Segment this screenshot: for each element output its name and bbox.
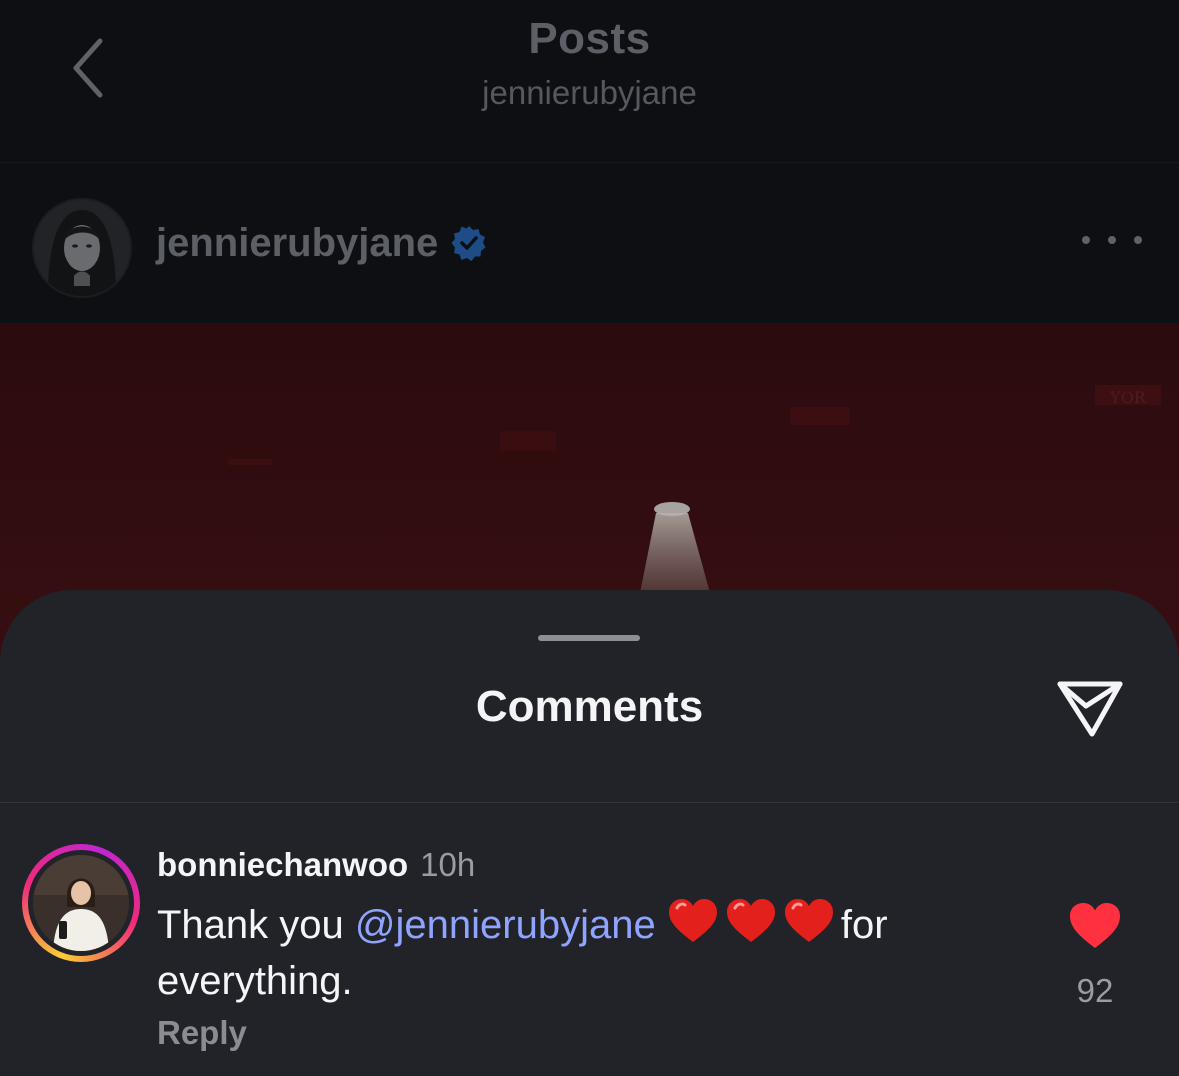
- heart-icon: [1070, 903, 1120, 948]
- sheet-drag-handle[interactable]: [538, 635, 640, 641]
- like-comment-button[interactable]: [1068, 902, 1122, 950]
- sheet-divider: [0, 802, 1179, 803]
- comment-meta: bonniechanwoo 10h: [157, 846, 475, 888]
- reply-button[interactable]: Reply: [157, 1014, 247, 1052]
- commenter-avatar-story-ring[interactable]: [22, 844, 140, 962]
- like-count: 92: [1076, 972, 1114, 1009]
- send-icon: [1057, 681, 1123, 737]
- red-heart-emoji-icon: [726, 899, 775, 942]
- commenter-avatar: [33, 855, 129, 951]
- more-horizontal-icon: [1082, 236, 1090, 244]
- post-username: jennierubyjane: [156, 220, 439, 265]
- comments-title: Comments: [475, 682, 704, 731]
- comment-text-before: Thank you: [157, 903, 355, 947]
- post-author-avatar[interactable]: [32, 198, 132, 298]
- more-dot: [1134, 236, 1142, 244]
- page-title: Posts: [528, 14, 651, 63]
- commenter-username[interactable]: bonniechanwoo: [157, 846, 408, 884]
- comment-mention-link[interactable]: @jennierubyjane: [355, 903, 656, 947]
- avatar-photo: [33, 855, 129, 951]
- red-heart-emoji-icon: [668, 899, 717, 942]
- avatar-photo: [34, 200, 130, 296]
- heart-emojis: [667, 898, 841, 956]
- post-author[interactable]: jennierubyjane: [156, 215, 488, 271]
- post-header: jennierubyjane: [0, 163, 1179, 323]
- image-watermark-text: YOR: [1109, 388, 1147, 407]
- more-options-button[interactable]: [1082, 220, 1142, 260]
- comment-text: Thank you @jennierubyjane for everything…: [157, 898, 957, 1006]
- red-heart-emoji-icon: [784, 899, 833, 942]
- top-navigation-bar: Posts jennierubyjane: [0, 0, 1179, 163]
- comment-timestamp: 10h: [420, 846, 476, 883]
- verified-badge-icon: [451, 226, 486, 261]
- share-button[interactable]: [1054, 676, 1126, 740]
- page-subtitle: jennierubyjane: [482, 74, 697, 111]
- more-dot: [1108, 236, 1116, 244]
